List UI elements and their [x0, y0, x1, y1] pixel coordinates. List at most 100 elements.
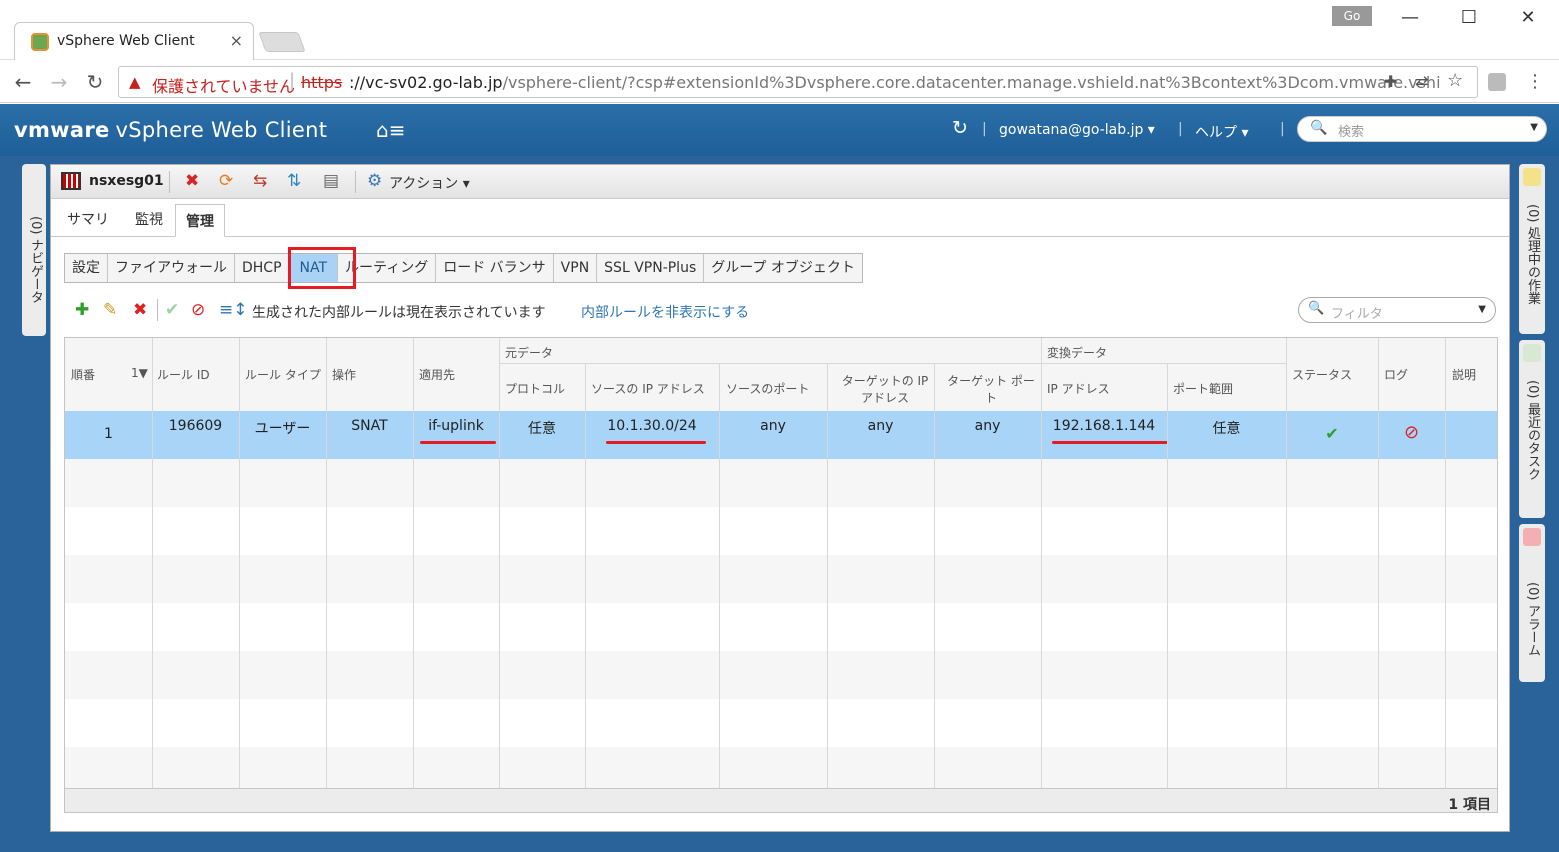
- header-protocol[interactable]: プロトコル: [505, 380, 565, 397]
- tab-manage[interactable]: 管理: [175, 204, 225, 237]
- browser-titlebar: vSphere Web Client × Go — ☐ ✕: [0, 0, 1559, 60]
- annotation-underline: [606, 441, 706, 444]
- insecure-label[interactable]: 保護されていません: [152, 73, 295, 97]
- hide-internal-rules-link[interactable]: 内部ルールを非表示にする: [581, 302, 749, 322]
- tab-monitor[interactable]: 監視: [135, 209, 163, 229]
- minimize-button[interactable]: —: [1390, 6, 1430, 30]
- brand-vmware: vmware: [14, 118, 110, 142]
- empty-row: [65, 651, 1497, 699]
- log-disabled-icon[interactable]: ⊘: [1378, 422, 1445, 443]
- group-line: [499, 363, 1041, 364]
- alarm-clock-icon: [1523, 528, 1541, 546]
- object-toolbar: nsxesg01 ✖ ⟳ ⇆ ⇅ ▤ ⚙ アクション ▾: [51, 165, 1509, 199]
- sort-indicator[interactable]: 1▼: [131, 366, 148, 380]
- bookmark-star-icon[interactable]: ☆: [1447, 70, 1463, 91]
- profile-badge[interactable]: Go: [1332, 6, 1372, 26]
- url-omnibox[interactable]: ▲ 保護されていません | https ://vc-sv02.go-lab.jp…: [118, 66, 1478, 98]
- header-ip-address[interactable]: IP アドレス: [1047, 380, 1110, 397]
- delete-rule-icon[interactable]: ✖: [133, 300, 147, 320]
- empty-row: [65, 555, 1497, 603]
- header-status[interactable]: ステータス: [1292, 366, 1352, 383]
- cell-action: SNAT: [351, 418, 388, 434]
- refresh-icon[interactable]: ↻: [952, 117, 968, 139]
- user-menu[interactable]: gowatana@go-lab.jp ▾: [999, 122, 1155, 138]
- forward-icon[interactable]: →: [46, 69, 72, 95]
- tasks-notepad-icon: [1523, 168, 1541, 186]
- header-rule-id[interactable]: ルール ID: [157, 366, 210, 383]
- disable-rule-icon[interactable]: ⊘: [191, 300, 205, 320]
- column-line: [239, 338, 240, 788]
- subtab-load-balancer[interactable]: ロード バランサ: [436, 254, 554, 282]
- header-description[interactable]: 説明: [1452, 366, 1476, 383]
- subtab-firewall[interactable]: ファイアウォール: [108, 254, 235, 282]
- cell-port-range: 任意: [1212, 421, 1241, 437]
- close-tab-icon[interactable]: ×: [230, 31, 243, 50]
- extension-blocked-icon[interactable]: ✚: [1384, 72, 1397, 91]
- empty-row: [65, 747, 1497, 788]
- header-action[interactable]: 操作: [332, 366, 356, 383]
- back-icon[interactable]: ←: [10, 69, 36, 95]
- sync-icon[interactable]: ⇅: [287, 171, 301, 191]
- extension-icon[interactable]: [1488, 73, 1506, 91]
- recent-tasks-panel[interactable]: (0) 最近のタスク: [1519, 340, 1545, 518]
- home-menu-icon[interactable]: ⌂≡: [376, 118, 405, 142]
- subtab-dhcp[interactable]: DHCP: [235, 254, 290, 282]
- enable-rule-icon[interactable]: ✔: [165, 300, 179, 320]
- header-applied-on[interactable]: 適用先: [419, 366, 455, 383]
- header-divider: |: [1280, 121, 1285, 137]
- filter-dropdown-icon[interactable]: ▼: [1478, 304, 1486, 315]
- warning-icon[interactable]: ▲: [129, 73, 141, 91]
- grid-footer: 1 項目: [65, 788, 1497, 812]
- annotation-underline: [1052, 441, 1168, 444]
- header-rule-type[interactable]: ルール タイプ: [245, 366, 321, 383]
- header-order[interactable]: 順番: [71, 366, 95, 383]
- delete-icon[interactable]: ✖: [185, 171, 199, 191]
- recent-tasks-label: (0) 最近のタスク: [1525, 380, 1540, 481]
- status-enabled-icon[interactable]: ✔: [1286, 424, 1378, 443]
- internal-rules-status: 生成された内部ルールは現在表示されています: [252, 305, 546, 321]
- new-tab-button[interactable]: [258, 32, 306, 52]
- header-divider: |: [1178, 121, 1183, 137]
- report-icon[interactable]: ▤: [323, 171, 339, 191]
- redeploy-icon[interactable]: ⟳: [219, 171, 233, 191]
- maximize-button[interactable]: ☐: [1449, 6, 1489, 30]
- column-line: [326, 338, 327, 788]
- actions-menu[interactable]: アクション ▾: [389, 173, 470, 193]
- header-target-ip[interactable]: ターゲットの IP アドレス: [835, 372, 935, 406]
- main-panel: nsxesg01 ✖ ⟳ ⇆ ⇅ ▤ ⚙ アクション ▾ サマリ 監視 管理 設…: [50, 164, 1510, 832]
- change-status-icon[interactable]: ⇆: [253, 171, 267, 191]
- cell-applied-on: if-uplink: [428, 418, 484, 434]
- help-menu[interactable]: ヘルプ ▾: [1195, 122, 1248, 142]
- actions-gear-icon[interactable]: ⚙: [367, 171, 382, 191]
- add-icon[interactable]: ✚: [75, 300, 89, 320]
- tab-summary[interactable]: サマリ: [67, 209, 109, 229]
- reload-icon[interactable]: ↻: [82, 69, 108, 95]
- global-search[interactable]: 🔍 検索 ▼: [1297, 116, 1547, 142]
- subtab-ssl-vpn[interactable]: SSL VPN-Plus: [597, 254, 705, 282]
- header-port-range[interactable]: ポート範囲: [1173, 380, 1233, 397]
- subtab-vpn[interactable]: VPN: [554, 254, 598, 282]
- header-source-ip[interactable]: ソースの IP アドレス: [591, 380, 705, 397]
- search-dropdown-icon[interactable]: ▼: [1530, 122, 1538, 133]
- chrome-menu-icon[interactable]: ⋮: [1522, 69, 1548, 95]
- alarms-panel[interactable]: (0) アラーム: [1519, 524, 1545, 682]
- tab-title: vSphere Web Client: [57, 33, 195, 49]
- running-tasks-panel[interactable]: (0) 処理中の作業: [1519, 164, 1545, 334]
- toolbar-divider: [355, 171, 356, 193]
- column-line: [1378, 338, 1379, 788]
- header-source-port[interactable]: ソースのポート: [726, 380, 809, 397]
- subtab-settings[interactable]: 設定: [65, 254, 108, 282]
- vsphere-logo[interactable]: vmware vSphere Web Client: [14, 118, 327, 142]
- header-target-port[interactable]: ターゲット ポート: [941, 372, 1041, 406]
- header-log[interactable]: ログ: [1384, 366, 1408, 383]
- cell-protocol: 任意: [528, 421, 556, 437]
- address-bar: ← → ↻ ▲ 保護されていません | https ://vc-sv02.go-…: [0, 61, 1559, 103]
- navigator-collapsed-panel[interactable]: (0) ナビゲータ: [22, 164, 46, 336]
- close-window-button[interactable]: ✕: [1508, 6, 1548, 30]
- filter-input[interactable]: 🔍 フィルタ ▼: [1298, 297, 1496, 323]
- edit-pencil-icon[interactable]: ✎: [103, 300, 117, 320]
- browser-tab[interactable]: vSphere Web Client ×: [14, 22, 254, 60]
- toggle-internal-rules-icon[interactable]: ≡↕: [219, 300, 248, 320]
- translate-icon[interactable]: ⇄: [1415, 72, 1428, 91]
- subtab-grouping-objects[interactable]: グループ オブジェクト: [704, 254, 862, 282]
